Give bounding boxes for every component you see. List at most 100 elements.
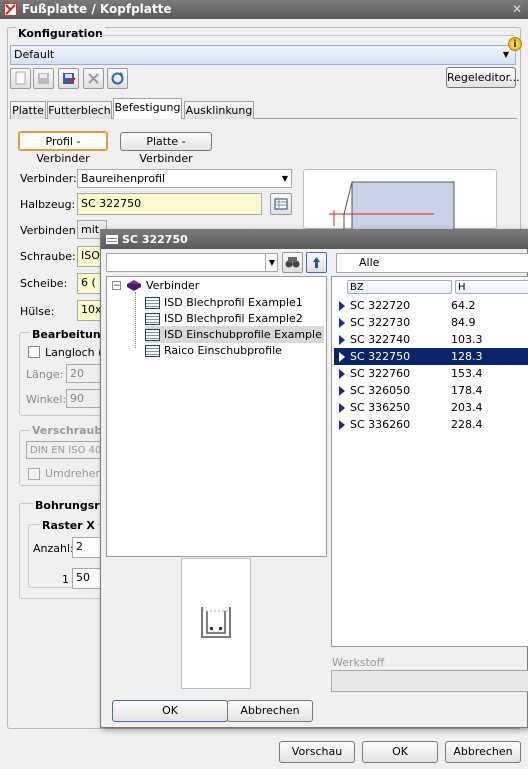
werkstoff-field xyxy=(331,670,528,692)
cell-h: 228.4 xyxy=(451,418,483,431)
tree-line xyxy=(135,292,136,348)
tree-item[interactable]: ISD Blechprofil Example1 xyxy=(145,294,303,311)
tree-filter-dropdown[interactable]: ▼ xyxy=(106,253,278,272)
cell-bz: SC 336260 xyxy=(350,418,411,431)
popup-abbrechen-button[interactable]: Abbrechen xyxy=(227,700,313,722)
chevron-down-icon: ▼ xyxy=(264,254,275,271)
table-row[interactable]: SC 322730 84.9 xyxy=(334,314,528,331)
cell-bz: SC 326050 xyxy=(350,384,411,397)
anzahl-field[interactable]: 2 xyxy=(72,537,102,558)
anzahl-label: Anzahl: xyxy=(33,542,74,555)
cell-bz: SC 322730 xyxy=(350,316,411,329)
close-icon[interactable]: ✕ xyxy=(512,2,522,16)
konfiguration-separator xyxy=(100,35,515,36)
profil-verbinder-button[interactable]: Profil - Verbinder xyxy=(18,131,108,165)
window-title: Fußplatte / Kopfplatte xyxy=(22,2,172,16)
up-arrow-icon[interactable] xyxy=(306,252,327,273)
tree-root-verbinder[interactable]: Verbinder xyxy=(146,277,199,294)
table-icon xyxy=(145,345,160,357)
popup-titlebar: SC 322750 xyxy=(101,230,528,249)
profile-thumbnail xyxy=(181,558,251,689)
tree-item[interactable]: Raico Einschubprofile xyxy=(145,342,282,359)
table-icon xyxy=(106,235,118,244)
table-row[interactable]: SC 336260 228.4 xyxy=(334,416,528,433)
raster-index: 1 xyxy=(62,573,69,586)
cell-h: 203.4 xyxy=(451,401,483,414)
column-header-bz[interactable]: BZ xyxy=(347,280,452,294)
delete-icon[interactable] xyxy=(83,68,104,89)
halbzeug-label: Halbzeug: xyxy=(20,198,76,211)
row-pointer-icon xyxy=(339,335,345,345)
cell-h: 103.3 xyxy=(451,333,483,346)
row-pointer-icon xyxy=(339,403,345,413)
book-icon xyxy=(126,279,142,292)
schraube-label: Schraube: xyxy=(20,250,76,263)
new-document-icon[interactable] xyxy=(10,68,31,89)
row-pointer-icon xyxy=(339,420,345,430)
umdrehen-checkbox[interactable] xyxy=(28,468,40,480)
table-row[interactable]: SC 326050 178.4 xyxy=(334,382,528,399)
platte-verbinder-button[interactable]: Platte - Verbinder xyxy=(120,132,212,165)
ok-button[interactable]: OK xyxy=(362,741,438,763)
table-select-icon[interactable] xyxy=(270,193,292,215)
vorschau-button[interactable]: Vorschau xyxy=(279,741,355,763)
table-row[interactable]: SC 322760 153.4 xyxy=(334,365,528,382)
scheibe-label: Scheibe: xyxy=(20,277,68,290)
cell-h: 64.2 xyxy=(451,299,476,312)
refresh-icon[interactable] xyxy=(107,68,128,89)
werkstoff-label: Werkstoff xyxy=(332,656,385,669)
binoculars-icon[interactable] xyxy=(282,252,303,273)
verbinder-label: Verbinder: xyxy=(20,172,77,185)
cell-bz: SC 322760 xyxy=(350,367,411,380)
popup-ok-button[interactable]: OK xyxy=(112,700,228,722)
save-as-icon[interactable] xyxy=(58,68,79,89)
filter-dropdown[interactable]: Alle xyxy=(336,253,528,273)
info-icon[interactable]: i xyxy=(508,37,522,51)
langloch-checkbox[interactable] xyxy=(28,346,40,358)
table-row[interactable]: SC 322740 103.3 xyxy=(334,331,528,348)
raster-distance-field[interactable]: 50 xyxy=(72,568,102,589)
table-row[interactable]: SC 322720 64.2 xyxy=(334,297,528,314)
table-row[interactable]: SC 336250 203.4 xyxy=(334,399,528,416)
tree-item[interactable]: ISD Blechprofil Example2 xyxy=(145,310,303,327)
save-icon[interactable] xyxy=(33,68,54,89)
raster-x-title: Raster X xyxy=(40,519,97,532)
profile-preview xyxy=(303,169,497,230)
chevron-down-icon: ▼ xyxy=(281,174,288,183)
cell-h: 178.4 xyxy=(451,384,483,397)
konfiguration-label: Konfiguration xyxy=(16,27,105,40)
tree-collapse-icon[interactable]: − xyxy=(112,281,121,291)
row-pointer-icon xyxy=(339,386,345,396)
cell-bz: SC 322750 xyxy=(350,350,411,363)
popup-title: SC 322750 xyxy=(122,233,188,246)
cell-h: 128.3 xyxy=(451,350,483,363)
table-row-selected[interactable]: SC 322750 128.3 xyxy=(333,347,528,366)
row-pointer-icon xyxy=(339,352,345,362)
regeleditor-button[interactable]: Regeleditor... xyxy=(446,67,520,88)
table-icon xyxy=(145,297,160,309)
cell-bz: SC 322720 xyxy=(350,299,411,312)
tab-ausklinkung[interactable]: Ausklinkung xyxy=(184,101,254,119)
window-titlebar: Fußplatte / Kopfplatte ✕ xyxy=(0,0,528,19)
halbzeug-field[interactable]: SC 322750 xyxy=(77,193,262,215)
cell-h: 84.9 xyxy=(451,316,476,329)
tree-item-selected[interactable]: ISD Einschubprofile Example xyxy=(145,326,324,343)
row-pointer-icon xyxy=(339,301,345,311)
konfiguration-dropdown[interactable]: Default ▼ xyxy=(10,45,516,65)
table-icon xyxy=(145,329,160,341)
din-dropdown[interactable]: DIN EN ISO 40 xyxy=(26,441,106,459)
cell-h: 153.4 xyxy=(451,367,483,380)
tab-befestigung[interactable]: Befestigung xyxy=(113,98,182,119)
tab-platte[interactable]: Platte xyxy=(10,101,46,119)
bearbeitung-title: Bearbeitung xyxy=(30,328,111,341)
verbinden-label: Verbinden: xyxy=(20,224,80,237)
table-icon xyxy=(145,313,160,325)
cell-bz: SC 322740 xyxy=(350,333,411,346)
column-header-h[interactable]: H xyxy=(455,280,528,294)
abbrechen-button[interactable]: Abbrechen xyxy=(445,741,521,763)
verbinder-dropdown[interactable]: Baureihenprofil ▼ xyxy=(77,169,292,188)
row-pointer-icon xyxy=(339,318,345,328)
tab-futterblech[interactable]: Futterblech xyxy=(47,101,112,119)
chevron-down-icon: ▼ xyxy=(502,50,509,59)
laenge-label: Länge: xyxy=(26,368,64,381)
